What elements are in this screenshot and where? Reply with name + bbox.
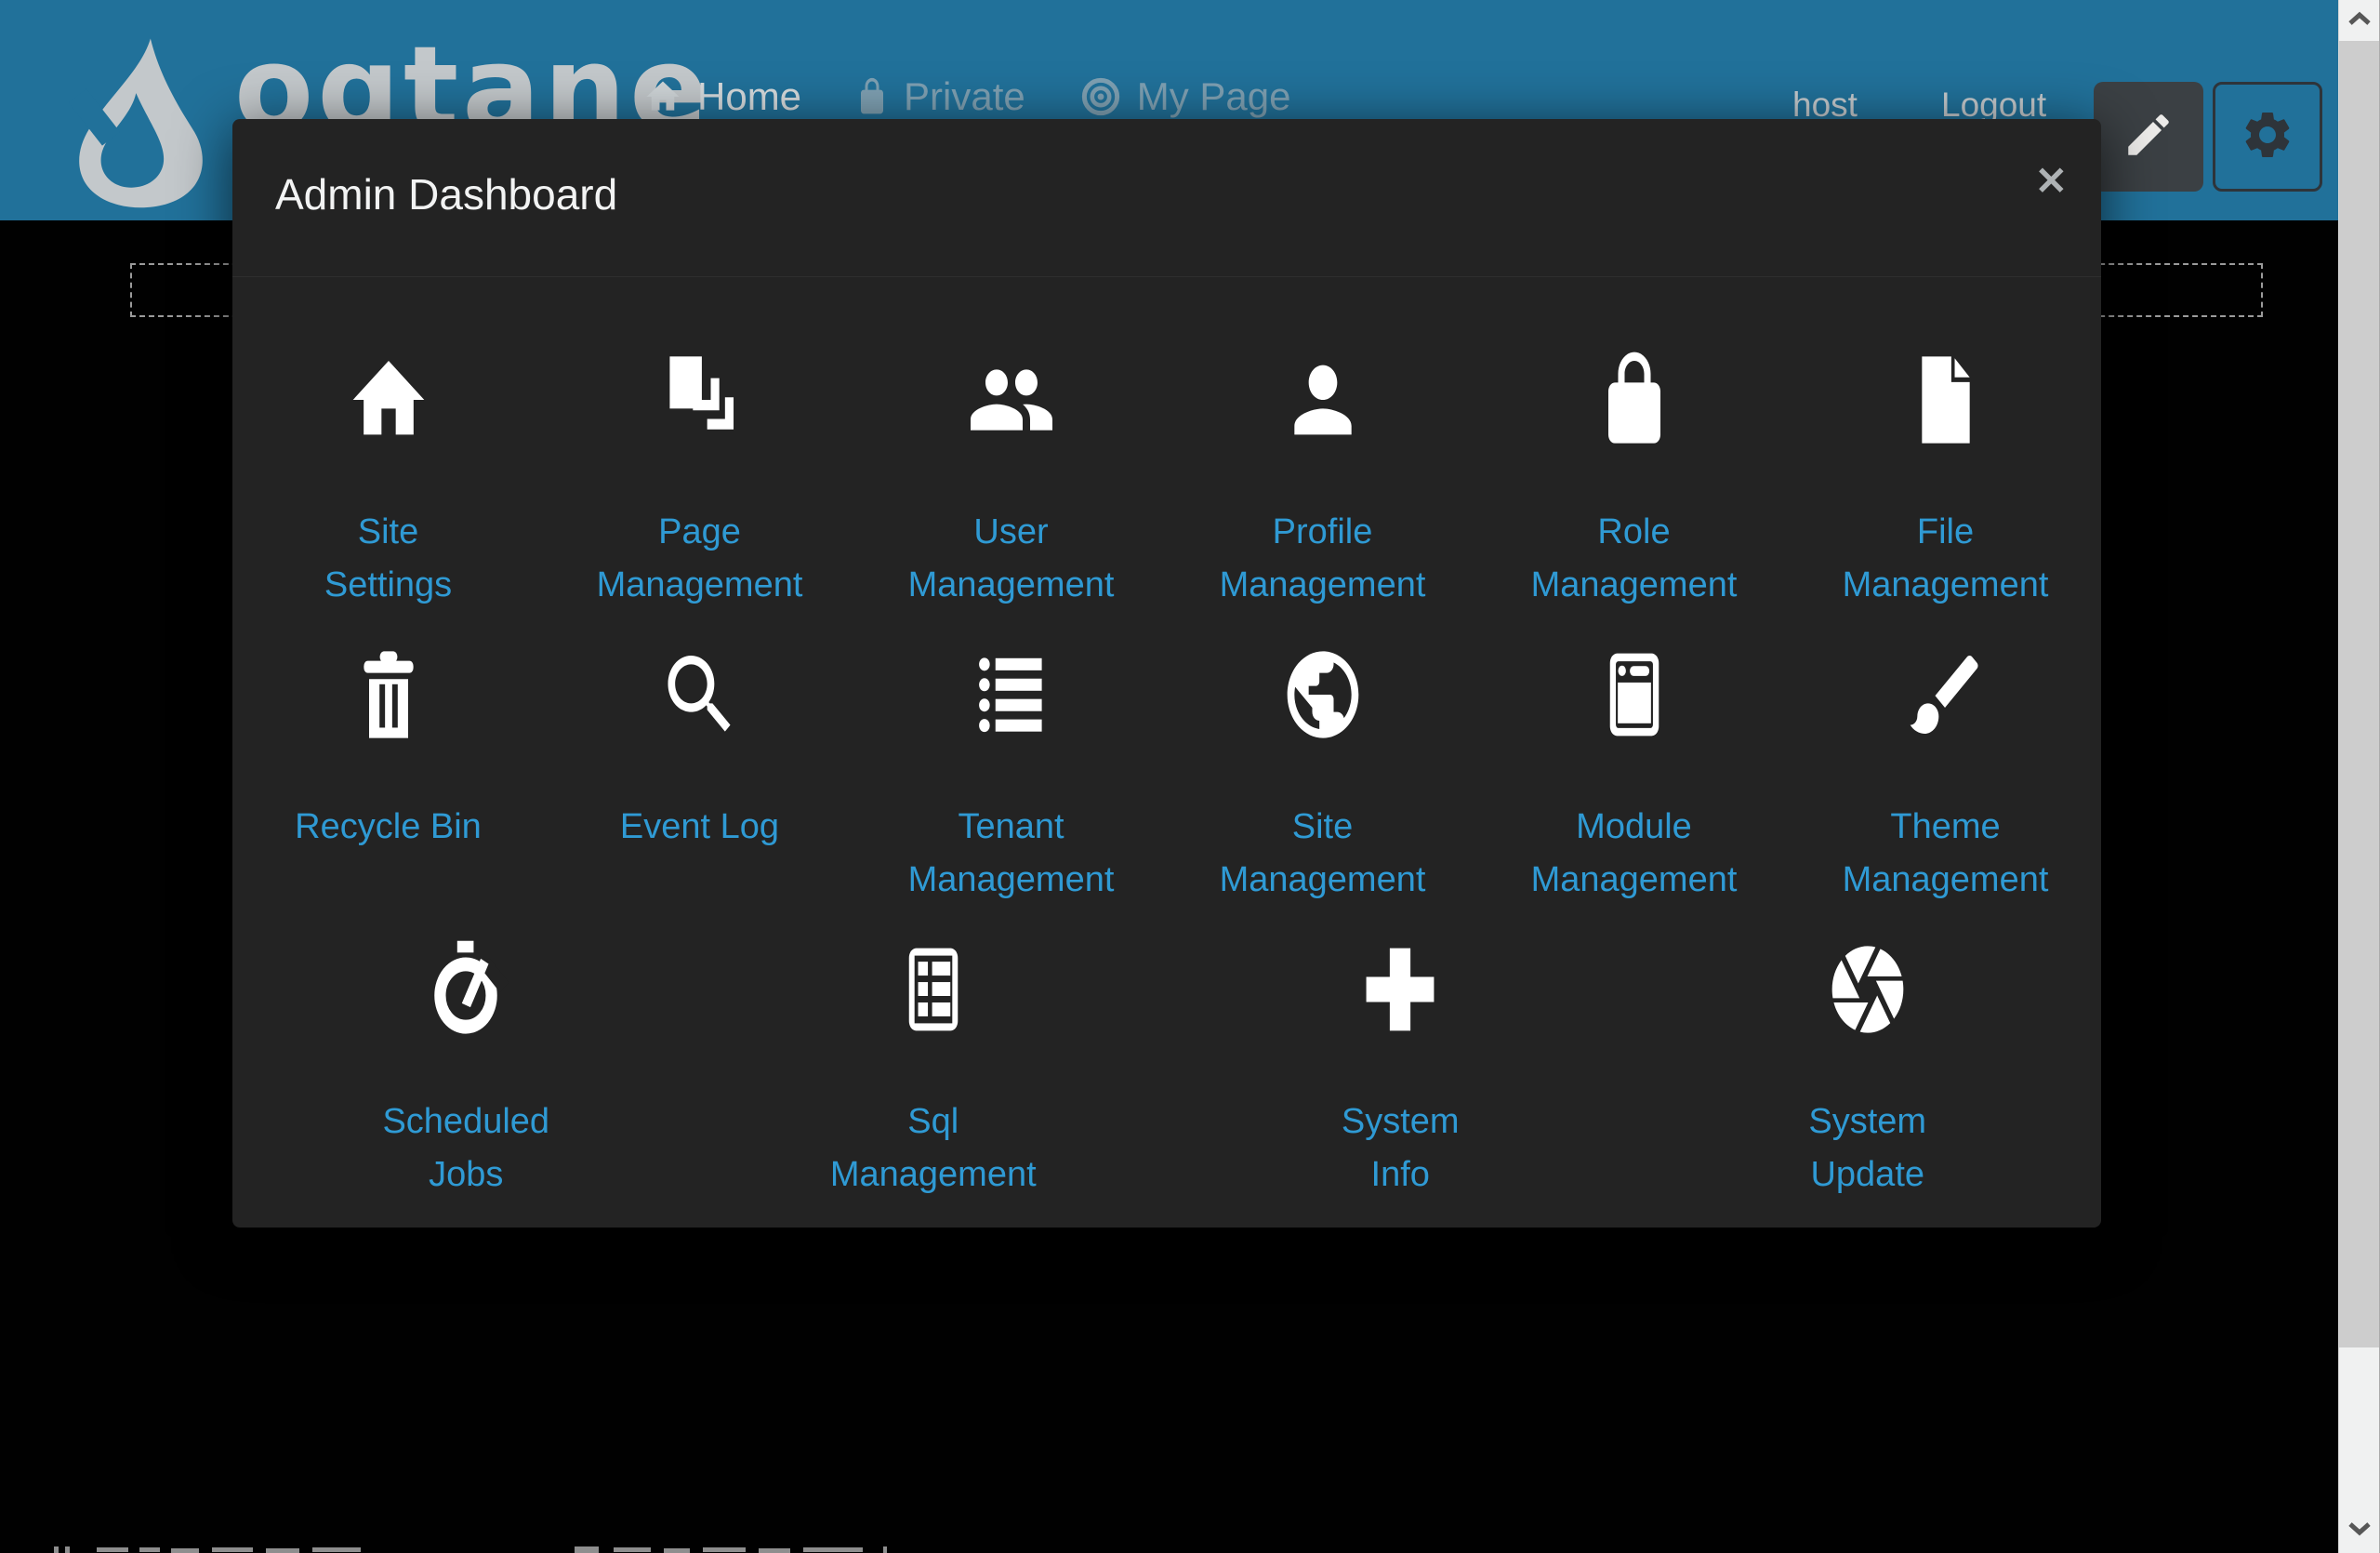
tile-user-management[interactable]: UserManagement	[855, 305, 1167, 600]
tiles-row-3: ScheduledJobs SqlManageme	[232, 895, 2101, 1189]
tiles-row-1: SiteSettings PageManagement	[232, 305, 2101, 600]
screen: oqtane Home Private	[0, 0, 2380, 1553]
tile-page-management[interactable]: PageManagement	[544, 305, 855, 600]
tile-label: SystemUpdate	[1634, 1095, 2102, 1201]
scrollbar-up-button[interactable]	[2339, 0, 2379, 41]
tile-label: UserManagement	[855, 506, 1167, 612]
close-icon[interactable]: ✕	[2035, 162, 2068, 201]
settings-button[interactable]	[2213, 82, 2322, 192]
table-icon	[700, 937, 1168, 1042]
nav-label: Home	[697, 74, 801, 119]
pencil-icon	[2122, 108, 2175, 166]
tile-tenant-management[interactable]: TenantManagement	[855, 600, 1167, 895]
users-icon	[855, 348, 1167, 452]
brand-logo[interactable]: oqtane	[60, 35, 222, 217]
modal-title: Admin Dashboard	[275, 169, 617, 219]
plus-icon	[1167, 937, 1634, 1042]
window-icon	[1478, 643, 1790, 747]
tile-recycle-bin[interactable]: Recycle Bin	[232, 600, 544, 895]
tile-role-management[interactable]: RoleManagement	[1478, 305, 1790, 600]
tile-label: ProfileManagement	[1167, 506, 1478, 612]
file-icon	[1790, 348, 2101, 452]
tile-label: FileManagement	[1790, 506, 2101, 612]
tile-label: ThemeManagement	[1790, 801, 2101, 907]
modal-header: Admin Dashboard ✕	[232, 119, 2101, 277]
tile-label: Recycle Bin	[232, 801, 544, 854]
tile-label: SystemInfo	[1167, 1095, 1634, 1201]
tile-event-log[interactable]: Event Log	[544, 600, 855, 895]
tile-site-settings[interactable]: SiteSettings	[232, 305, 544, 600]
tile-label: SiteManagement	[1167, 801, 1478, 907]
tiles-row-2: Recycle Bin Event Log	[232, 600, 2101, 895]
tile-label: SqlManagement	[700, 1095, 1168, 1201]
tile-label: RoleManagement	[1478, 506, 1790, 612]
tile-label: Event Log	[544, 801, 855, 854]
tile-module-management[interactable]: ModuleManagement	[1478, 600, 1790, 895]
chevron-down-icon	[2347, 1520, 2373, 1542]
vertical-scrollbar[interactable]	[2338, 0, 2380, 1553]
timer-icon	[232, 937, 700, 1042]
home-icon	[232, 348, 544, 452]
tile-sql-management[interactable]: SqlManagement	[700, 895, 1168, 1189]
aperture-icon	[1634, 937, 2102, 1042]
nav-label: My Page	[1137, 74, 1291, 119]
tile-file-management[interactable]: FileManagement	[1790, 305, 2101, 600]
tile-label: SiteSettings	[232, 506, 544, 612]
gear-icon	[2240, 107, 2295, 167]
home-icon	[643, 76, 682, 117]
tile-label: ScheduledJobs	[232, 1095, 700, 1201]
lock-icon	[855, 76, 889, 117]
trash-icon	[232, 643, 544, 747]
modal-body: SiteSettings PageManagement	[232, 277, 2101, 1189]
admin-dashboard-modal: Admin Dashboard ✕ SiteSettings	[232, 119, 2101, 1228]
search-icon	[544, 643, 855, 747]
tile-label: TenantManagement	[855, 801, 1167, 907]
nav-item-home[interactable]: Home	[643, 74, 801, 119]
tile-scheduled-jobs[interactable]: ScheduledJobs	[232, 895, 700, 1189]
scrollbar-thumb[interactable]	[2339, 41, 2379, 1347]
nav-item-my-page[interactable]: My Page	[1079, 74, 1291, 119]
brush-icon	[1790, 643, 2101, 747]
pages-icon	[544, 348, 855, 452]
main-nav: Home Private My Page	[643, 74, 1345, 119]
tile-theme-management[interactable]: ThemeManagement	[1790, 600, 2101, 895]
globe-icon	[1167, 643, 1478, 747]
nav-label: Private	[904, 74, 1025, 119]
nav-item-private[interactable]: Private	[855, 74, 1025, 119]
list-icon	[855, 643, 1167, 747]
tile-system-update[interactable]: SystemUpdate	[1634, 895, 2102, 1189]
tile-system-info[interactable]: SystemInfo	[1167, 895, 1634, 1189]
person-icon	[1167, 348, 1478, 452]
tile-site-management[interactable]: SiteManagement	[1167, 600, 1478, 895]
tile-label: PageManagement	[544, 506, 855, 612]
tile-label: ModuleManagement	[1478, 801, 1790, 907]
scrollbar-down-button[interactable]	[2339, 1512, 2379, 1549]
target-icon	[1079, 75, 1122, 118]
tile-profile-management[interactable]: ProfileManagement	[1167, 305, 1478, 600]
droplet-logo-icon	[60, 35, 222, 217]
lock-icon	[1478, 348, 1790, 452]
chevron-up-icon	[2347, 10, 2373, 32]
edit-mode-button[interactable]	[2094, 82, 2203, 192]
